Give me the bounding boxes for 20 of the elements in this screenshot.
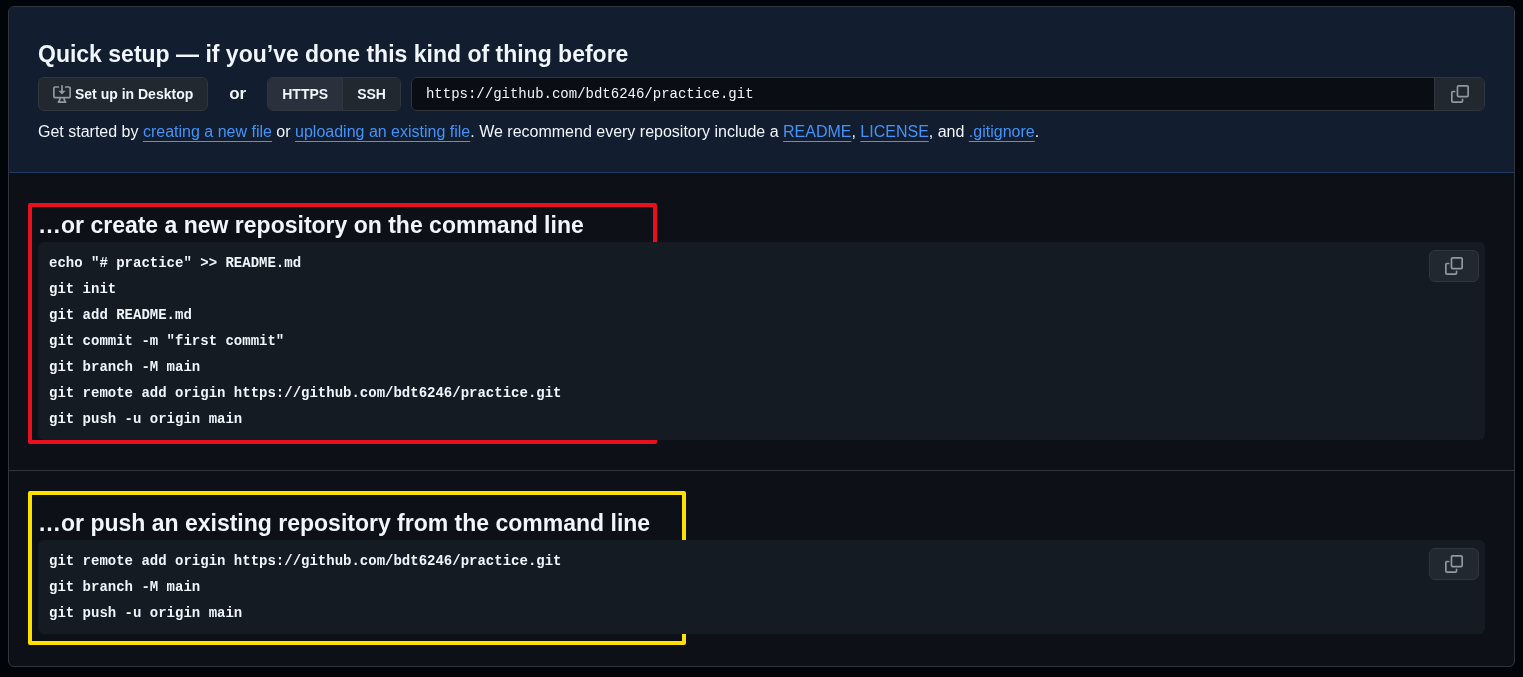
or-label: or: [229, 83, 247, 106]
section-heading: …or create a new repository on the command line: [38, 211, 585, 240]
copy-icon: [1445, 257, 1463, 275]
set-up-in-desktop-button[interactable]: Set up in Desktop: [38, 77, 209, 111]
quick-setup-heading: Quick setup — if you’ve done this kind of thing before: [38, 40, 630, 69]
code-text: git remote add origin https://github.com/bdt6246/practice.git git branch -M main git push -u origin main: [49, 552, 563, 623]
text-link[interactable]: uploading an existing file: [295, 123, 471, 140]
text-link[interactable]: README: [783, 123, 852, 140]
code-text: echo "# practice" >> README.md git init git add README.md git commit -m "first commit" git branch -M main git remote add origin https://github.com/bdt6246/practice.git git push -u origin main: [49, 254, 563, 429]
desktop-download-icon: [53, 85, 71, 103]
copy-icon: [1445, 555, 1463, 573]
protocol-tab[interactable]: SSH: [342, 78, 400, 110]
copy-button[interactable]: [1429, 250, 1479, 282]
section-heading: …or push an existing repository from the command line: [38, 509, 652, 538]
text-link[interactable]: .gitignore: [968, 123, 1035, 140]
text-link[interactable]: LICENSE: [860, 123, 929, 140]
protocol-tab[interactable]: HTTPS: [268, 78, 343, 110]
text-link[interactable]: creating a new file: [142, 123, 272, 140]
getting-started-text: Get started by creating a new file or uploading an existing file. We recommend every repository include a README, LICENSE, and .gitignore.: [38, 122, 1041, 142]
copy-button[interactable]: [1429, 548, 1479, 580]
